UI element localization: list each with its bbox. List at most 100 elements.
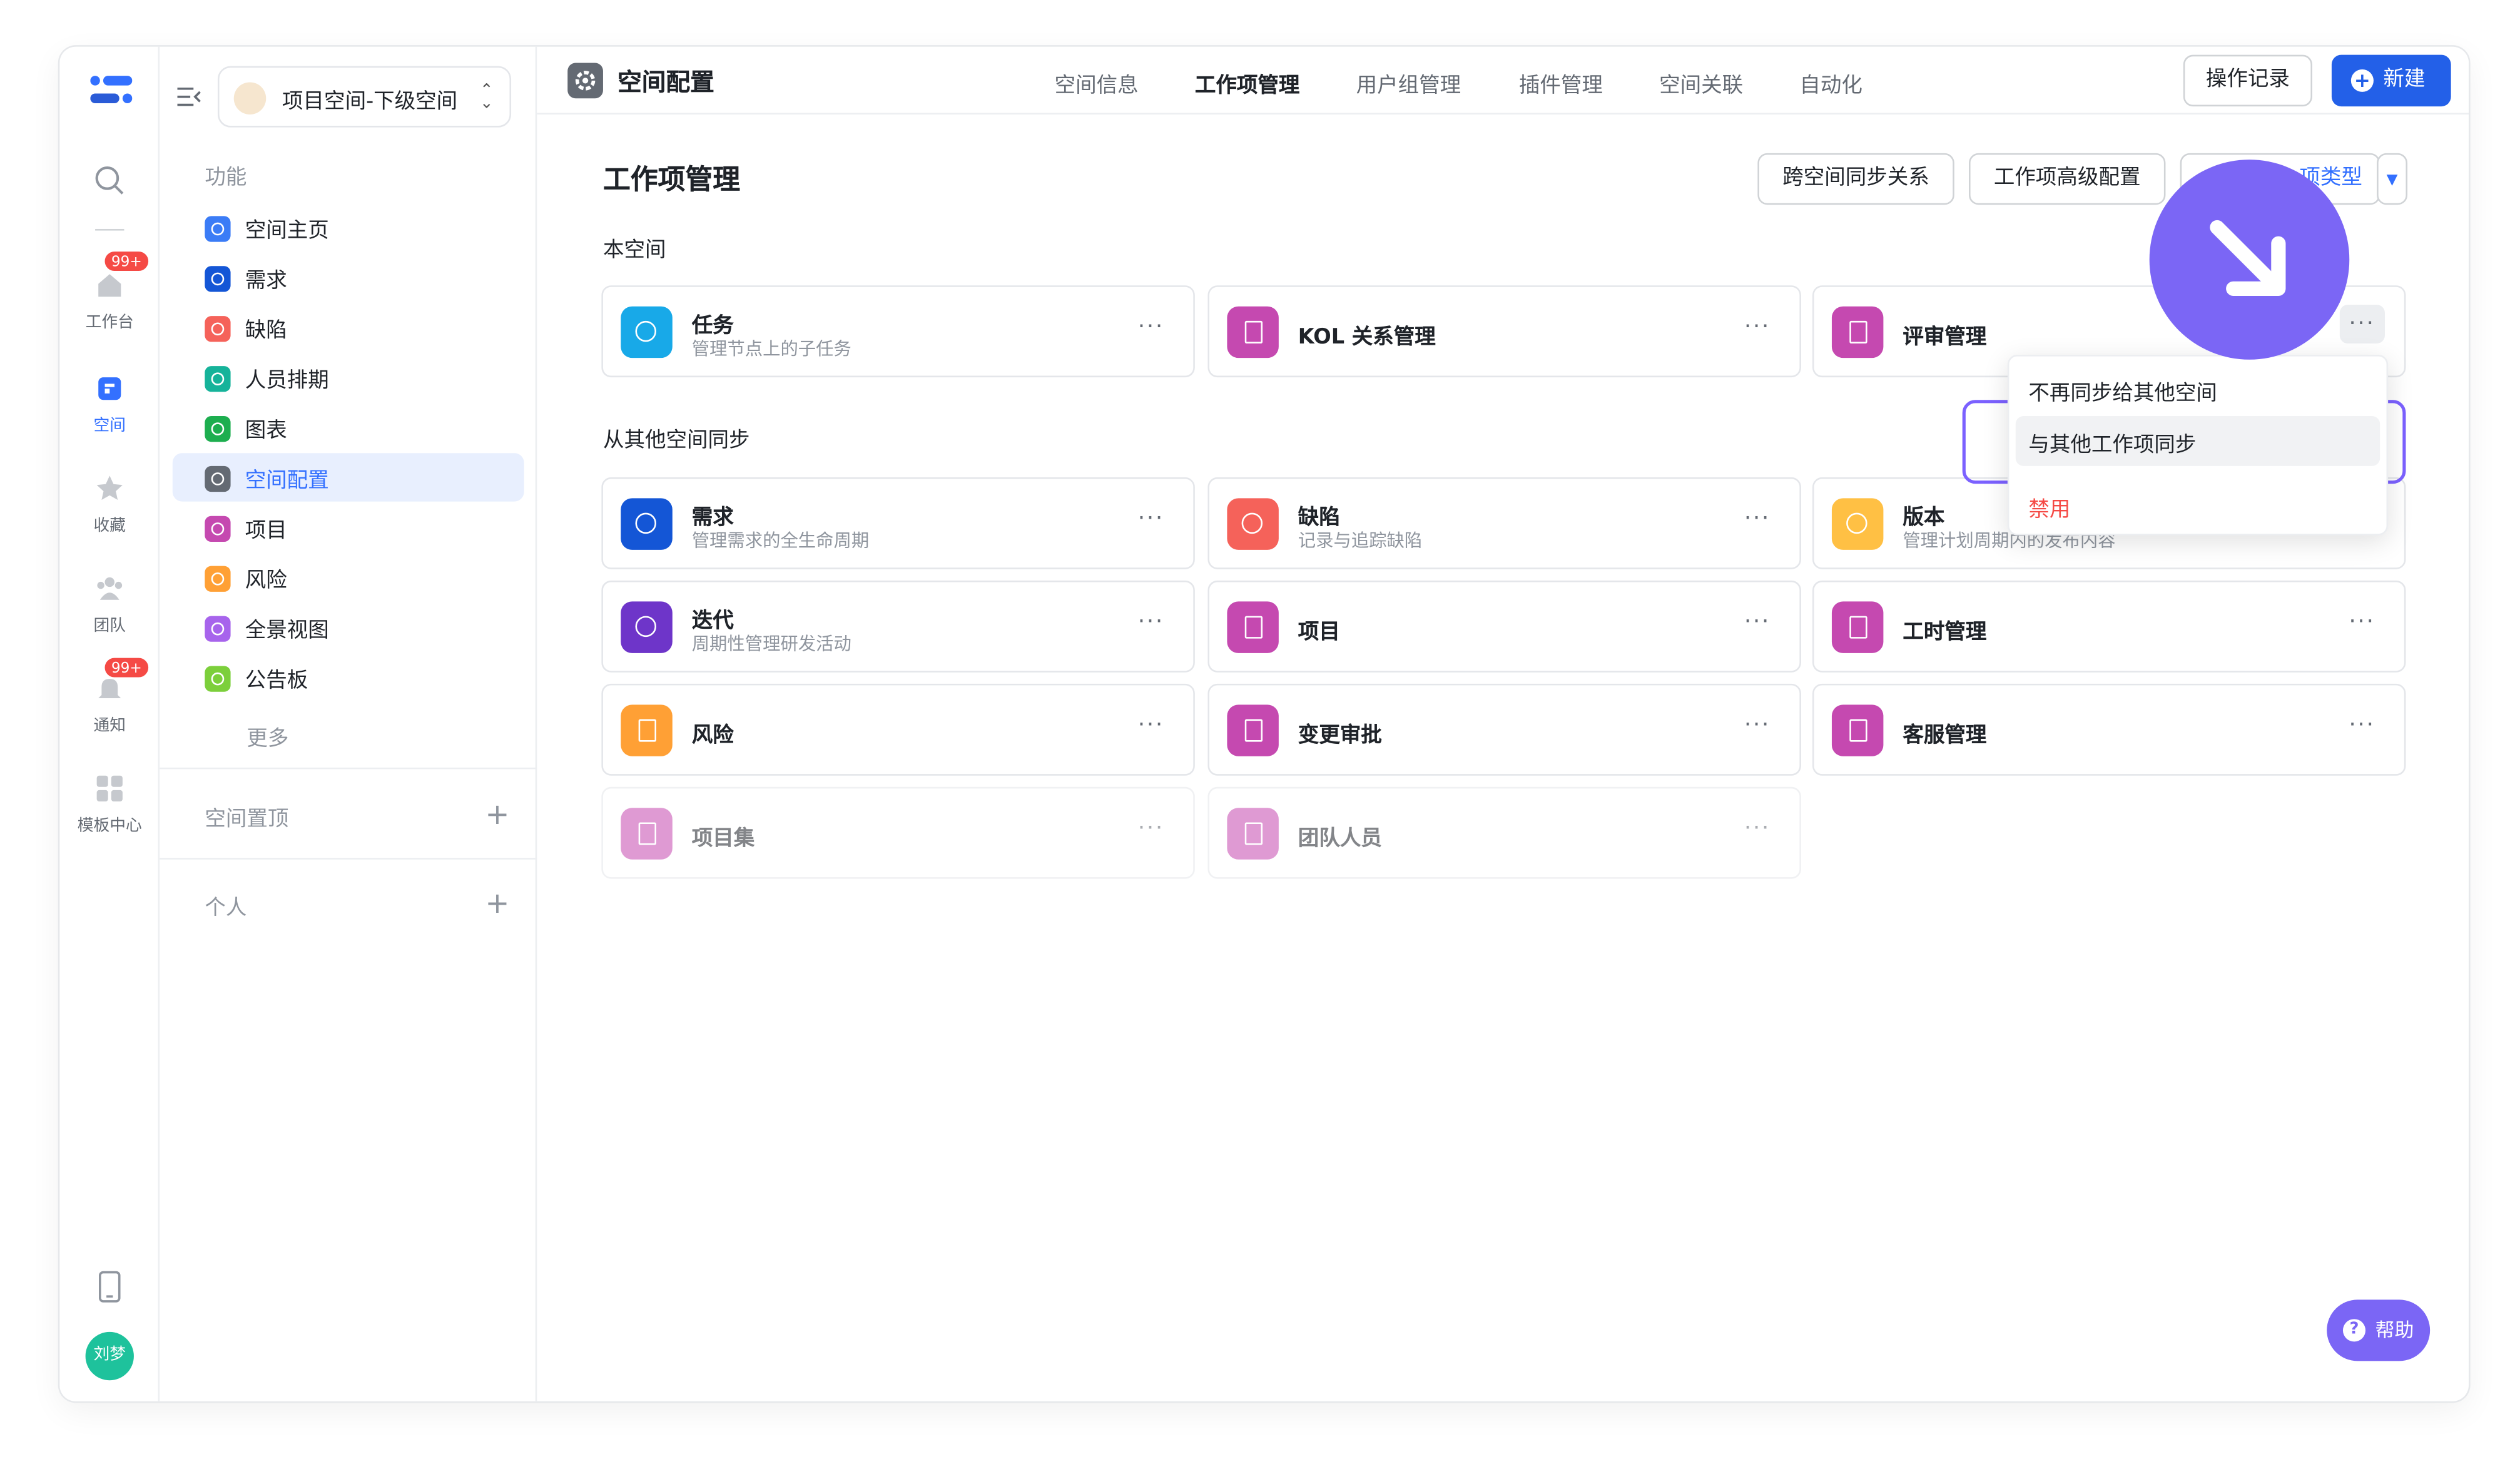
work-item-type-icon [1831, 498, 1884, 550]
top-bar: 空间配置 空间信息 工作项管理 用户组管理 插件管理 空间关联 自动化 操作记录… [537, 46, 2469, 114]
cross-space-sync-button[interactable]: 跨空间同步关系 [1757, 153, 1954, 205]
work-item-name: 评审管理 [1903, 325, 1987, 350]
app-logo-icon[interactable] [90, 74, 133, 107]
work-item-card[interactable]: 客服管理 ··· [1812, 683, 2406, 776]
sidebar-item-icon [205, 616, 231, 642]
work-item-type-icon [1227, 306, 1279, 358]
work-item-name: 变更审批 [1298, 724, 1382, 748]
rail-label: 团队 [93, 618, 126, 636]
more-options-icon[interactable]: ··· [1138, 609, 1164, 635]
more-options-icon[interactable]: ··· [1138, 315, 1164, 340]
sidebar-more-link[interactable]: 更多 [246, 721, 288, 751]
more-options-icon[interactable]: ··· [2349, 609, 2375, 635]
work-item-type-icon [621, 498, 673, 550]
work-item-card[interactable]: 变更审批 ··· [1207, 683, 1801, 776]
tab-work-items[interactable]: 工作项管理 [1195, 68, 1300, 99]
work-item-card[interactable]: 项目 ··· [1207, 580, 1801, 673]
work-item-card[interactable]: 团队人员 ··· [1207, 786, 1801, 879]
space-sidebar: 项目空间-下级空间 ⌃ ⌄ 功能 空间主页 需求 缺陷 人员排期 图表 空间配置 项目 风险 全景… [160, 46, 537, 1401]
type-dropdown-button[interactable]: ▼ [2377, 153, 2408, 205]
sidebar-item[interactable]: 全景视图 [173, 603, 524, 651]
work-item-name: 项目 [1298, 621, 1340, 645]
sidebar-item[interactable]: 缺陷 [173, 303, 524, 352]
more-options-icon[interactable]: ··· [1744, 609, 1771, 635]
more-options-icon[interactable]: ··· [1138, 713, 1164, 738]
sidebar-item[interactable]: 人员排期 [173, 353, 524, 401]
work-item-card[interactable]: 风险 ··· [601, 683, 1195, 776]
work-item-name: 工时管理 [1903, 621, 1987, 645]
more-options-icon[interactable]: ··· [2349, 713, 2375, 738]
work-item-card[interactable]: 任务 管理节点上的子任务 ··· [601, 285, 1195, 378]
menu-item-stop-sync[interactable]: 不再同步给其他空间 [2028, 376, 2217, 407]
work-item-card[interactable]: 迭代 周期性管理研发活动 ··· [601, 580, 1195, 673]
tab-space-links[interactable]: 空间关联 [1659, 68, 1743, 99]
sidebar-item[interactable]: 图表 [173, 403, 524, 451]
operation-log-button[interactable]: 操作记录 [2183, 54, 2312, 107]
work-item-card[interactable]: 缺陷 记录与追踪缺陷 ··· [1207, 477, 1801, 569]
work-item-name: KOL 关系管理 [1298, 325, 1436, 350]
rail-item-space[interactable]: 空间 [59, 372, 160, 435]
rail-item-notifications[interactable]: 通知 99+ [59, 656, 160, 736]
sidebar-item-icon [205, 666, 231, 692]
sidebar-item-label: 项目 [245, 519, 287, 544]
work-item-name: 任务 [691, 314, 734, 339]
sidebar-item[interactable]: 需求 [173, 253, 524, 302]
sidebar-item-label: 公告板 [245, 669, 308, 694]
tab-automation[interactable]: 自动化 [1799, 68, 1862, 99]
work-item-name: 迭代 [691, 609, 734, 634]
sidebar-item-label: 缺陷 [245, 319, 287, 343]
rail-item-templates[interactable]: 模板中心 [59, 773, 160, 835]
work-item-description: 周期性管理研发活动 [691, 633, 851, 655]
tab-plugins[interactable]: 插件管理 [1519, 68, 1603, 99]
more-options-icon[interactable]: ··· [1744, 713, 1771, 738]
sidebar-item[interactable]: 公告板 [173, 653, 524, 701]
sidebar-item[interactable]: 空间主页 [173, 203, 524, 252]
sidebar-item-label: 图表 [245, 419, 287, 444]
team-icon [97, 577, 123, 600]
sidebar-item-label: 人员排期 [245, 369, 329, 394]
new-button[interactable]: + 新建 [2331, 54, 2451, 107]
rail-label: 通知 [93, 717, 126, 736]
menu-item-sync-with-work-item[interactable]: 与其他工作项同步 [2028, 427, 2196, 458]
more-options-icon[interactable]: ··· [1138, 816, 1164, 841]
sidebar-item-icon [205, 566, 231, 592]
work-item-type-icon [621, 808, 673, 860]
user-avatar[interactable]: 刘梦 [85, 1331, 134, 1381]
collapse-sidebar-icon[interactable] [176, 86, 201, 108]
space-switcher[interactable]: 项目空间-下级空间 ⌃ ⌄ [217, 66, 512, 128]
add-personal-icon[interactable]: + [485, 889, 510, 919]
help-button[interactable]: ? 帮助 [2327, 1299, 2431, 1361]
work-item-type-icon [1227, 601, 1279, 653]
work-item-type-icon [1831, 704, 1884, 756]
rail-item-workbench[interactable]: 工作台 99+ [59, 250, 160, 332]
rail-label: 工作台 [85, 314, 134, 332]
add-pinned-icon[interactable]: + [485, 801, 510, 830]
more-options-icon[interactable]: ··· [1744, 315, 1771, 340]
tab-user-groups[interactable]: 用户组管理 [1356, 68, 1461, 99]
work-item-description: 记录与追踪缺陷 [1298, 530, 1423, 552]
rail-label: 收藏 [93, 517, 126, 536]
notification-badge: 99+ [103, 656, 150, 679]
more-options-icon[interactable]: ··· [1744, 816, 1771, 841]
star-icon [96, 475, 123, 500]
sidebar-item[interactable]: 风险 [173, 553, 524, 601]
rail-item-favorites[interactable]: 收藏 [59, 472, 160, 536]
sidebar-item[interactable]: 空间配置 [172, 453, 524, 502]
tab-space-info[interactable]: 空间信息 [1055, 68, 1139, 99]
more-options-icon[interactable]: ··· [1138, 506, 1164, 532]
advanced-config-button[interactable]: 工作项高级配置 [1969, 153, 2166, 205]
work-item-card[interactable]: KOL 关系管理 ··· [1207, 285, 1801, 378]
notification-badge: 99+ [103, 250, 150, 273]
personal-section-label: 个人 [205, 897, 247, 921]
work-item-card[interactable]: 项目集 ··· [601, 786, 1195, 879]
search-icon[interactable] [93, 165, 126, 197]
rail-item-team[interactable]: 团队 [59, 572, 160, 636]
mobile-icon[interactable] [97, 1271, 123, 1303]
work-item-type-icon [1227, 498, 1279, 550]
sidebar-item[interactable]: 项目 [173, 503, 524, 551]
sidebar-item-label: 空间配置 [245, 469, 329, 494]
work-item-card[interactable]: 需求 管理需求的全生命周期 ··· [601, 477, 1195, 569]
menu-item-disable[interactable]: 禁用 [2028, 492, 2070, 522]
work-item-card[interactable]: 工时管理 ··· [1812, 580, 2406, 673]
more-options-icon[interactable]: ··· [1744, 506, 1771, 532]
